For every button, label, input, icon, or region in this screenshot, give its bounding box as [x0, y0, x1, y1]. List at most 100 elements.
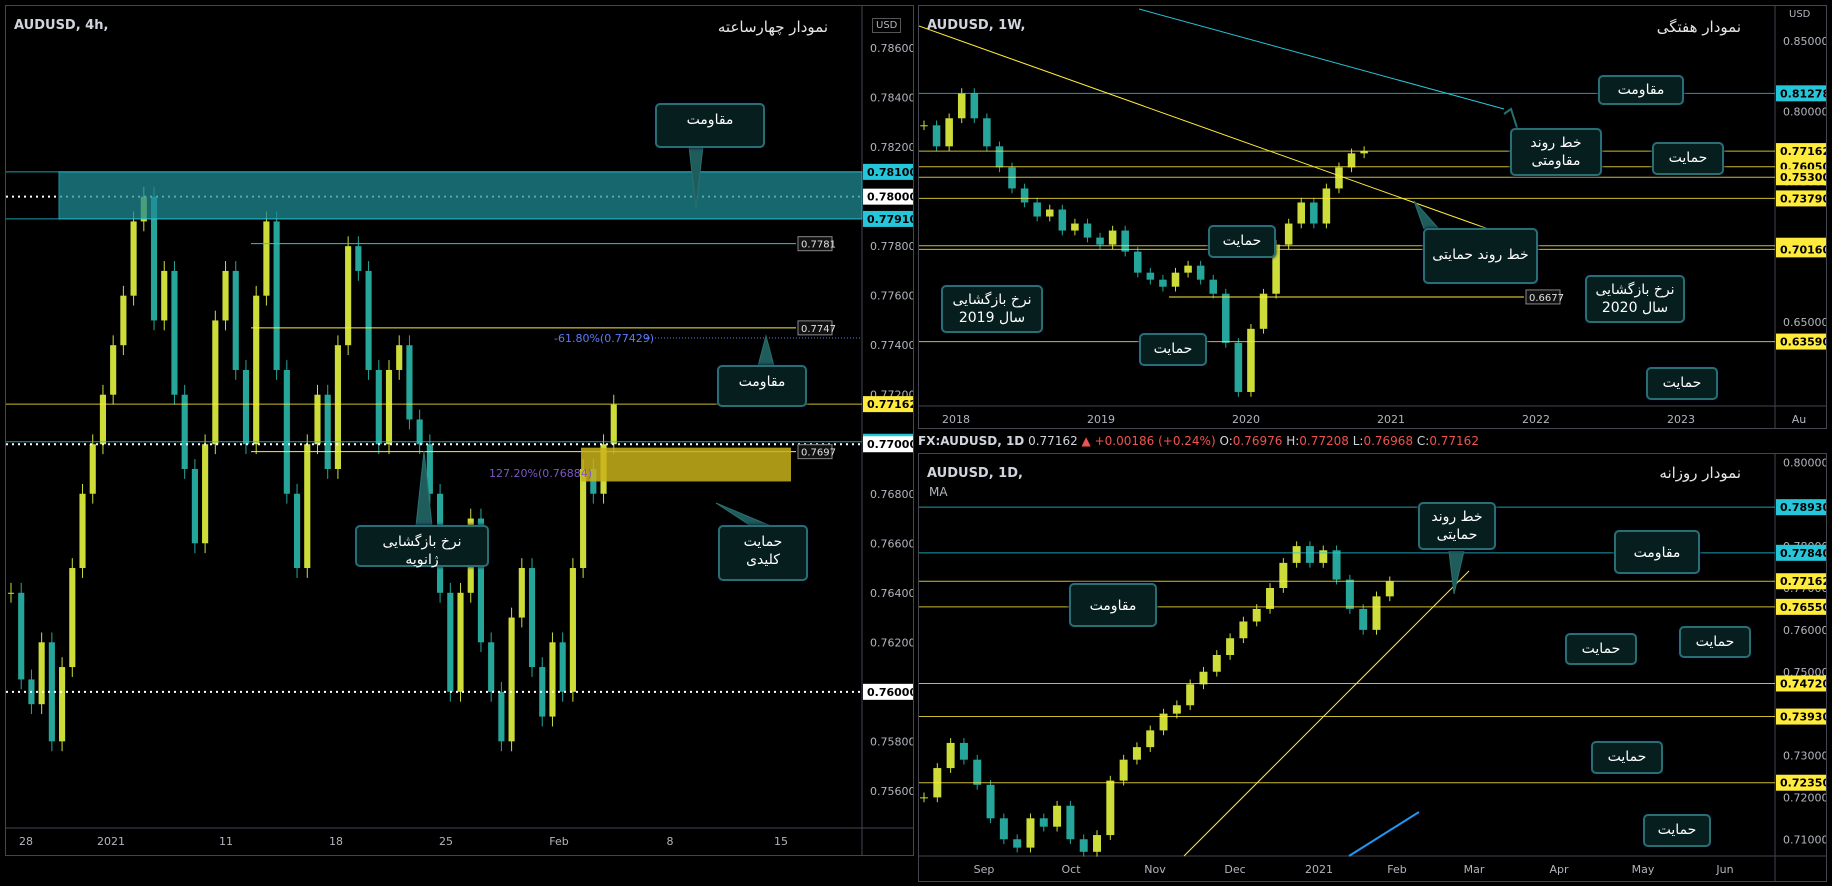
candle-body: [38, 642, 45, 705]
candle-body: [986, 784, 995, 819]
callout-pointer: [1448, 550, 1465, 595]
price-tag-label: 0.78100: [867, 166, 914, 179]
y-tick-label: 0.77800: [870, 240, 914, 253]
candle-body: [1071, 223, 1079, 231]
candle-body: [457, 592, 464, 692]
x-tick-label: Au: [1792, 413, 1807, 426]
x-tick-label: 18: [329, 835, 343, 848]
candle-body: [1212, 655, 1221, 672]
y-tick-label: 0.78400: [870, 92, 914, 105]
candle-body: [406, 345, 413, 420]
support-trendline: [919, 25, 1495, 232]
candle-body: [355, 246, 362, 271]
candle-body: [1134, 251, 1142, 273]
candle-body: [110, 345, 117, 395]
candle-body: [416, 419, 423, 445]
candle-body: [1171, 272, 1180, 287]
callout-support: حمایت: [1591, 741, 1663, 774]
candle-body: [171, 270, 178, 395]
chart-weekly-canvas[interactable]: 0.850000.800000.750000.700000.6500020182…: [919, 6, 1827, 429]
candle-body: [1045, 209, 1054, 217]
candle-body: [1234, 342, 1243, 392]
y-tick-label: 0.80000: [1783, 105, 1827, 118]
candle-body: [1266, 588, 1275, 609]
resistance-trendline: [1138, 8, 1505, 110]
candle-body: [1058, 209, 1067, 231]
candle-body: [1026, 818, 1035, 848]
candle-body: [973, 759, 982, 785]
candle-body: [1239, 621, 1248, 639]
panel-title: نمودار روزانه: [1659, 464, 1741, 482]
candle-body: [1119, 759, 1128, 781]
x-tick-label: 15: [774, 835, 788, 848]
candle-body: [970, 93, 979, 119]
callout-resistance: مقاومت: [717, 365, 807, 407]
candle-body: [957, 93, 966, 119]
candle-body: [385, 369, 393, 445]
candle-body: [1310, 202, 1318, 224]
candle-body: [59, 667, 66, 742]
price-tag-label: 0.75300: [1780, 171, 1827, 184]
y-tick-label: 0.76000: [1783, 624, 1827, 637]
chart-panel-4h[interactable]: 0.78600 0.78400 0.78200 0.78000 0.77800 0.776…: [5, 5, 914, 856]
candle-body: [580, 468, 587, 569]
price-tag-label: 0.77162: [867, 398, 914, 411]
y-tick-label: 0.80000: [1783, 456, 1827, 469]
candle-body: [1039, 818, 1048, 827]
panel-title: نمودار هفتگی: [1656, 18, 1741, 36]
candle-body: [222, 270, 229, 321]
candle-body: [1226, 638, 1235, 655]
candle-body: [1093, 835, 1102, 852]
y-tick-label: 0.73000: [1783, 750, 1827, 763]
chart-panel-weekly[interactable]: 0.850000.800000.750000.700000.6500020182…: [918, 5, 1827, 429]
candle-body: [1359, 608, 1368, 630]
price-tag-label: 0.77162: [1780, 575, 1827, 588]
candle-body: [932, 125, 941, 147]
price-tag-label: 0.73790: [1780, 192, 1827, 205]
level-label: 0.7697: [801, 448, 836, 459]
x-tick-label: 2019: [1087, 413, 1115, 426]
x-tick-label: 2020: [1232, 413, 1260, 426]
candle-body: [89, 444, 96, 494]
candle-body: [1252, 608, 1261, 622]
candle-body: [610, 404, 617, 445]
currency-badge: USD: [872, 18, 902, 33]
level-label: 0.7781: [801, 240, 836, 251]
candle-body: [1106, 780, 1115, 836]
resistance-zone: [58, 171, 863, 220]
callout-resistance: مقاومت: [1598, 75, 1684, 105]
price-tag-label: 0.77162: [1780, 145, 1827, 158]
candle-body: [1008, 167, 1016, 189]
candle-body: [375, 369, 382, 445]
x-tick-label: 2022: [1522, 413, 1550, 426]
callout-resistance: مقاومت: [1069, 583, 1157, 627]
candle-body: [181, 394, 188, 469]
candle-body: [334, 345, 341, 469]
candle-body: [1096, 237, 1104, 245]
candle-body: [212, 320, 219, 445]
candle-body: [1146, 272, 1155, 280]
candle-body: [559, 642, 566, 692]
price-tag-label: 0.78000: [867, 191, 914, 204]
candle-body: [1079, 839, 1088, 852]
candle-body: [253, 295, 260, 445]
price-tag-label: 0.77000: [867, 438, 914, 451]
panel-title: نمودار چهارساعته: [717, 18, 828, 36]
ohlc-low: 0.76968: [1363, 434, 1414, 448]
x-tick-label: Nov: [1144, 863, 1166, 876]
candle-body: [1372, 596, 1381, 630]
x-tick-label: Oct: [1061, 863, 1081, 876]
chart-4h-canvas[interactable]: 0.78600 0.78400 0.78200 0.78000 0.77800 0.776…: [6, 6, 914, 856]
candle-body: [1066, 805, 1075, 840]
x-tick-label: 2021: [97, 835, 125, 848]
candle-body: [191, 468, 198, 544]
candle-body: [498, 691, 505, 742]
candle-body: [920, 797, 928, 799]
candle-body: [232, 270, 239, 370]
x-tick-label: Sep: [974, 863, 995, 876]
x-tick-label: 8: [667, 835, 674, 848]
candle-body: [1053, 805, 1062, 827]
candle-body: [1319, 550, 1328, 563]
symbol-label: AUDUSD, 1W,: [927, 18, 1026, 33]
x-tick-label: May: [1632, 863, 1655, 876]
